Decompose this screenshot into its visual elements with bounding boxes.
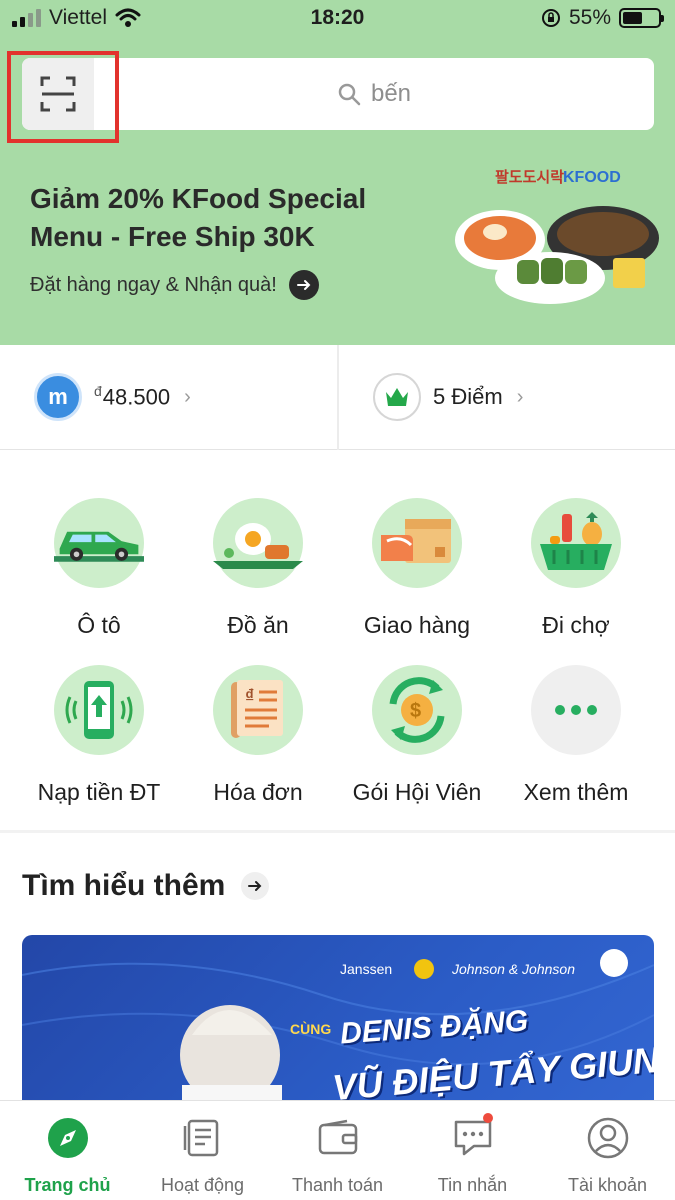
battery-percent: 55%	[568, 6, 611, 29]
points-button[interactable]: 5 Điểm ›	[373, 373, 523, 421]
promo-brand-logo: KFOOD	[563, 169, 621, 186]
tab-label: Thanh toán	[291, 1175, 384, 1195]
learn-more-section: Tìm hiểu thêm Janssen Johnson & Johnson …	[0, 833, 675, 1105]
service-label: Hóa đơn	[213, 779, 303, 805]
service-label: Xem thêm	[523, 779, 629, 805]
tab-home[interactable]: Trang chủ	[0, 1115, 135, 1196]
food-icon	[213, 498, 303, 588]
delivery-box-icon	[372, 498, 462, 588]
arrow-right-icon[interactable]	[241, 872, 270, 900]
banner-prefix: CÙNG	[290, 1021, 332, 1037]
service-label: Giao hàng	[363, 612, 471, 638]
status-bar: Viettel 18:20 55%	[0, 0, 675, 40]
moca-avatar: m	[34, 373, 82, 421]
service-label: Gói Hội Viên	[352, 779, 482, 805]
learn-more-header[interactable]: Tìm hiểu thêm	[22, 869, 270, 903]
chevron-right-icon: ›	[184, 385, 191, 408]
service-label: Đi chợ	[542, 612, 610, 638]
arrow-right-icon[interactable]	[288, 270, 319, 300]
promo-subtitle: Đặt hàng ngay & Nhận quà!	[30, 273, 277, 296]
brand-janssen: Janssen	[340, 961, 393, 977]
brand-johnson: Johnson & Johnson	[452, 961, 575, 977]
more-dots-icon	[531, 665, 621, 755]
phone-topup-icon	[54, 665, 144, 755]
balance-amount: đ48.500	[94, 383, 171, 410]
scan-button-highlight	[7, 51, 119, 143]
search-icon	[338, 83, 361, 106]
tab-label: Hoạt động	[160, 1175, 245, 1195]
service-car[interactable]: Ô tô	[15, 498, 183, 639]
header-area: Viettel 18:20 55% bến Giảm 20% KFood Spe…	[0, 0, 675, 345]
search-placeholder: bến	[370, 80, 412, 107]
service-membership[interactable]: $ Gói Hội Viên	[333, 665, 501, 806]
services-grid: Ô tô Đồ ăn Giao hàng Đi chợ Nạp tiền ĐT …	[0, 450, 675, 830]
account-icon	[587, 1117, 628, 1159]
svg-text:팔도도시락: 팔도도시락	[495, 168, 564, 186]
service-more[interactable]: Xem thêm	[492, 665, 660, 806]
crown-icon	[373, 373, 421, 421]
wallet-bar: m đ48.500 › 5 Điểm ›	[0, 345, 675, 450]
svg-text:$: $	[410, 700, 421, 722]
chat-icon	[454, 1120, 491, 1156]
service-grocery[interactable]: Đi chợ	[492, 498, 660, 639]
section-title: Tìm hiểu thêm	[22, 869, 226, 902]
service-phone-topup[interactable]: Nạp tiền ĐT	[15, 665, 183, 806]
promo-banner[interactable]: Janssen Johnson & Johnson CÙNG DENIS ĐẶN…	[22, 935, 654, 1105]
notification-badge	[483, 1113, 493, 1123]
tab-payment[interactable]: Thanh toán	[270, 1115, 405, 1196]
grocery-basket-icon	[531, 498, 621, 588]
chevron-right-icon: ›	[516, 385, 524, 408]
promo-food-image[interactable]: 팔도도시락 KFOOD	[445, 160, 670, 310]
service-food[interactable]: Đồ ăn	[174, 498, 342, 639]
wallet-icon	[318, 1119, 357, 1155]
tab-label: Tài khoản	[567, 1175, 648, 1195]
car-icon	[54, 498, 144, 588]
search-input[interactable]: bến	[94, 58, 654, 130]
tab-messages[interactable]: Tin nhắn	[405, 1113, 540, 1196]
tab-account[interactable]: Tài khoản	[540, 1115, 675, 1196]
tab-label: Trang chủ	[24, 1175, 111, 1195]
promo-cta[interactable]: Đặt hàng ngay & Nhận quà!	[30, 270, 319, 300]
balance-button[interactable]: m đ48.500 ›	[34, 373, 191, 421]
orientation-lock-icon	[541, 9, 560, 27]
svg-text:₫: ₫	[245, 686, 254, 706]
bill-icon: ₫	[213, 665, 303, 755]
activity-list-icon	[183, 1119, 218, 1157]
service-delivery[interactable]: Giao hàng	[333, 498, 501, 639]
tab-label: Tin nhắn	[437, 1175, 508, 1195]
battery-icon	[619, 8, 664, 28]
service-label: Đồ ăn	[227, 612, 289, 638]
wallet-divider	[337, 345, 339, 450]
bottom-tab-bar: Trang chủ Hoạt động Thanh toán Tin nhắn …	[0, 1100, 675, 1200]
points-value: 5 Điểm	[433, 384, 503, 409]
membership-coin-icon: $	[372, 665, 462, 755]
tab-activity[interactable]: Hoạt động	[135, 1115, 270, 1196]
service-label: Nạp tiền ĐT	[37, 779, 161, 805]
service-bill[interactable]: ₫ Hóa đơn	[174, 665, 342, 806]
promo-title[interactable]: Giảm 20% KFood Special Menu - Free Ship …	[30, 180, 430, 256]
service-label: Ô tô	[77, 612, 121, 638]
compass-icon	[47, 1118, 88, 1158]
